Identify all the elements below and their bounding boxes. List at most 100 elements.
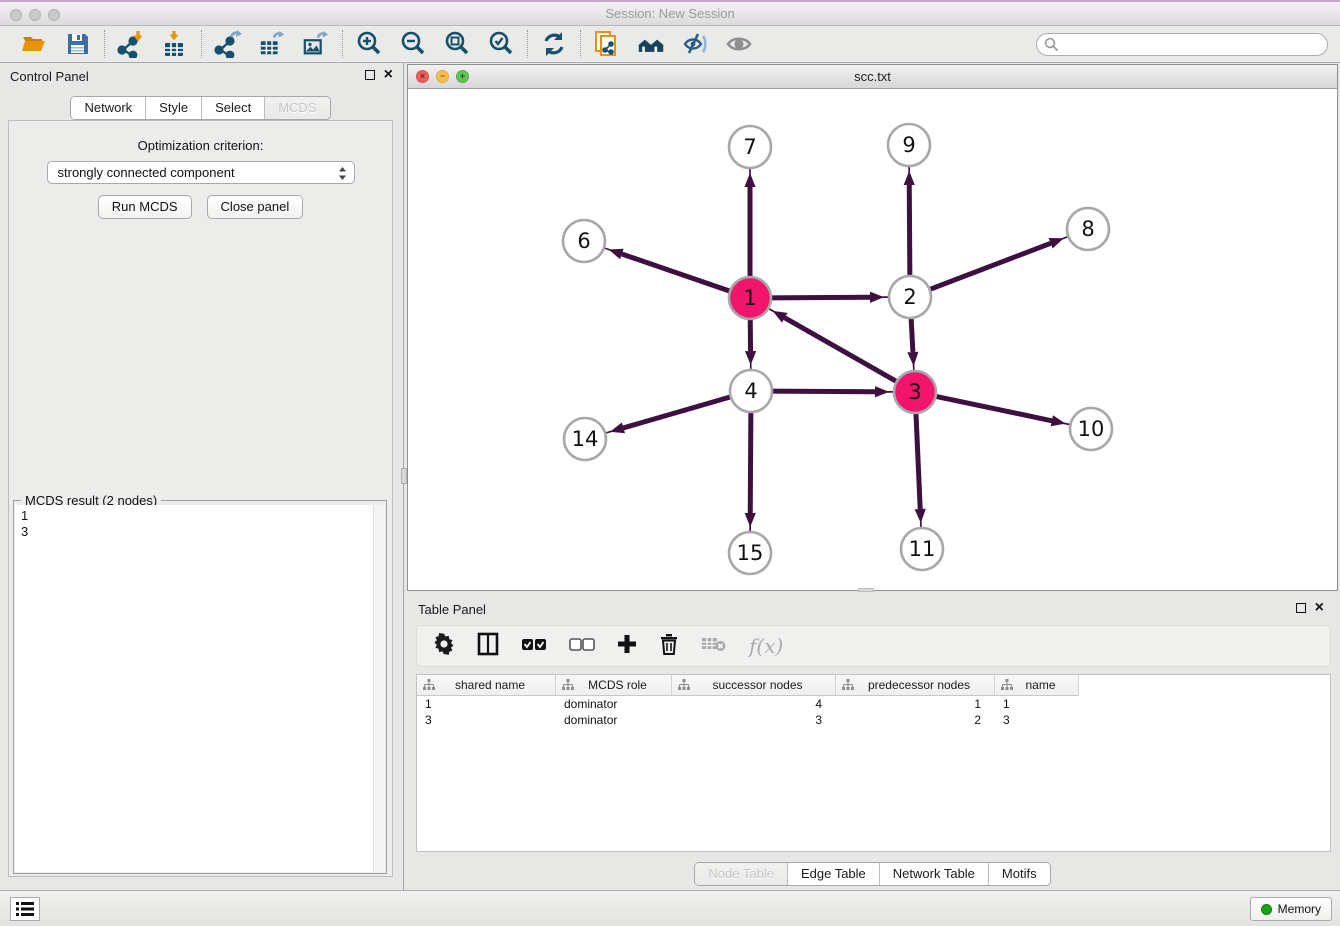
search-input[interactable] [1036,33,1328,56]
graph-edge-1-2[interactable] [769,292,890,303]
new-network-from-selection-icon[interactable] [593,30,621,58]
graph-edge-2-3[interactable] [907,316,918,372]
first-neighbors-icon[interactable] [637,30,665,58]
table-cell[interactable]: 4 [672,696,836,712]
zoom-fit-icon[interactable] [443,30,471,58]
graph-node-3[interactable]: 3 [894,371,936,413]
table-cell[interactable]: 3 [417,712,556,728]
graph-node-14[interactable]: 14 [564,418,606,460]
hide-selected-icon[interactable] [681,30,709,58]
graph-edge-1-6[interactable] [603,247,732,291]
tab-network[interactable]: Network [71,97,146,119]
save-session-icon[interactable] [64,30,92,58]
optimization-criterion-select[interactable]: strongly connected component [47,161,355,184]
delete-column-icon[interactable] [659,633,679,660]
graph-node-15[interactable]: 15 [729,532,771,574]
network-graph[interactable]: 1 2 3 4 6 7 8 9 10 11 14 15 [408,89,1337,590]
svg-text:10: 10 [1078,417,1105,441]
graph-node-1[interactable]: 1 [729,277,771,319]
graph-edge-2-8[interactable] [928,236,1070,290]
graph-edge-1-4[interactable] [745,317,756,371]
run-mcds-button[interactable]: Run MCDS [98,195,192,219]
result-scrollbar[interactable] [373,505,385,872]
svg-text:8: 8 [1081,217,1094,241]
export-image-icon[interactable] [302,30,330,58]
table-row[interactable]: 3dominator323 [417,712,1330,728]
column-header-MCDS-role[interactable]: MCDS role [556,675,672,696]
graph-node-8[interactable]: 8 [1067,208,1109,250]
function-builder-icon[interactable]: f(x) [749,634,783,658]
svg-text:3: 3 [908,380,921,404]
graph-edge-3-1[interactable] [767,308,898,383]
graph-edge-4-14[interactable] [604,396,733,433]
graph-node-9[interactable]: 9 [888,124,930,166]
graph-node-10[interactable]: 10 [1070,408,1112,450]
show-graphics-details-icon[interactable] [725,30,753,58]
task-history-button[interactable] [10,897,40,921]
network-view-window: × − + scc.txt 1 2 3 4 6 7 8 9 10 11 14 15 [407,64,1338,591]
select-chevrons-icon [338,166,347,184]
zoom-out-icon[interactable] [399,30,427,58]
tab-mcds[interactable]: MCDS [265,97,329,119]
window-resize-grip[interactable] [858,588,874,592]
table-cell[interactable]: 1 [417,696,556,712]
graph-edge-4-15[interactable] [745,410,756,533]
float-panel-icon[interactable] [365,70,375,80]
table-cell[interactable]: 2 [836,712,995,728]
graph-edge-1-7[interactable] [744,167,755,279]
tab-motifs[interactable]: Motifs [989,863,1050,885]
memory-label: Memory [1278,902,1321,916]
graph-node-4[interactable]: 4 [730,370,772,412]
delete-table-icon[interactable] [701,635,727,658]
import-network-icon[interactable] [117,30,145,58]
float-table-panel-icon[interactable] [1296,603,1306,613]
table-row[interactable]: 1dominator411 [417,696,1330,712]
close-panel-button[interactable]: Close panel [207,195,304,219]
export-table-icon[interactable] [258,30,286,58]
column-header-predecessor-nodes[interactable]: predecessor nodes [836,675,995,696]
open-file-icon[interactable] [20,30,48,58]
table-settings-icon[interactable] [433,633,455,660]
add-column-icon[interactable] [617,634,637,659]
network-canvas[interactable]: 1 2 3 4 6 7 8 9 10 11 14 15 [408,89,1337,590]
table-cell[interactable]: 3 [995,712,1079,728]
column-header-shared-name[interactable]: shared name [417,675,556,696]
unselect-all-rows-icon[interactable] [569,636,595,657]
tab-edge-table[interactable]: Edge Table [788,863,880,885]
mcds-result-textarea[interactable]: 13 [15,505,385,872]
refresh-icon[interactable] [540,30,568,58]
table-cell[interactable]: dominator [556,712,672,728]
tab-network-table[interactable]: Network Table [880,863,989,885]
graph-node-2[interactable]: 2 [889,276,931,318]
column-header-successor-nodes[interactable]: successor nodes [672,675,836,696]
table-cell[interactable]: 1 [836,696,995,712]
svg-text:6: 6 [577,229,590,253]
select-all-rows-icon[interactable] [521,636,547,657]
app-title: Session: New Session [0,6,1340,21]
close-panel-icon[interactable]: × [384,69,393,81]
table-cell[interactable]: 1 [995,696,1079,712]
tab-node-table[interactable]: Node Table [695,863,788,885]
tab-style[interactable]: Style [146,97,202,119]
import-table-icon[interactable] [161,30,189,58]
close-table-panel-icon[interactable]: × [1315,602,1324,614]
graph-edge-4-3[interactable] [770,386,895,397]
graph-node-6[interactable]: 6 [563,220,605,262]
tab-select[interactable]: Select [202,97,265,119]
table-cell[interactable]: dominator [556,696,672,712]
export-network-icon[interactable] [214,30,242,58]
graph-node-11[interactable]: 11 [901,528,943,570]
zoom-in-icon[interactable] [355,30,383,58]
show-columns-icon[interactable] [477,632,499,661]
network-window-titlebar[interactable]: × − + scc.txt [408,65,1337,89]
node-table[interactable]: shared nameMCDS rolesuccessor nodesprede… [416,674,1331,852]
graph-node-7[interactable]: 7 [729,126,771,168]
graph-edge-3-11[interactable] [915,411,926,529]
zoom-selected-icon[interactable] [487,30,515,58]
table-cell[interactable]: 3 [672,712,836,728]
column-header-name[interactable]: name [995,675,1079,696]
memory-button[interactable]: Memory [1250,897,1332,921]
graph-edge-3-10[interactable] [934,396,1072,426]
svg-text:7: 7 [743,135,756,159]
graph-edge-2-9[interactable] [904,165,915,278]
